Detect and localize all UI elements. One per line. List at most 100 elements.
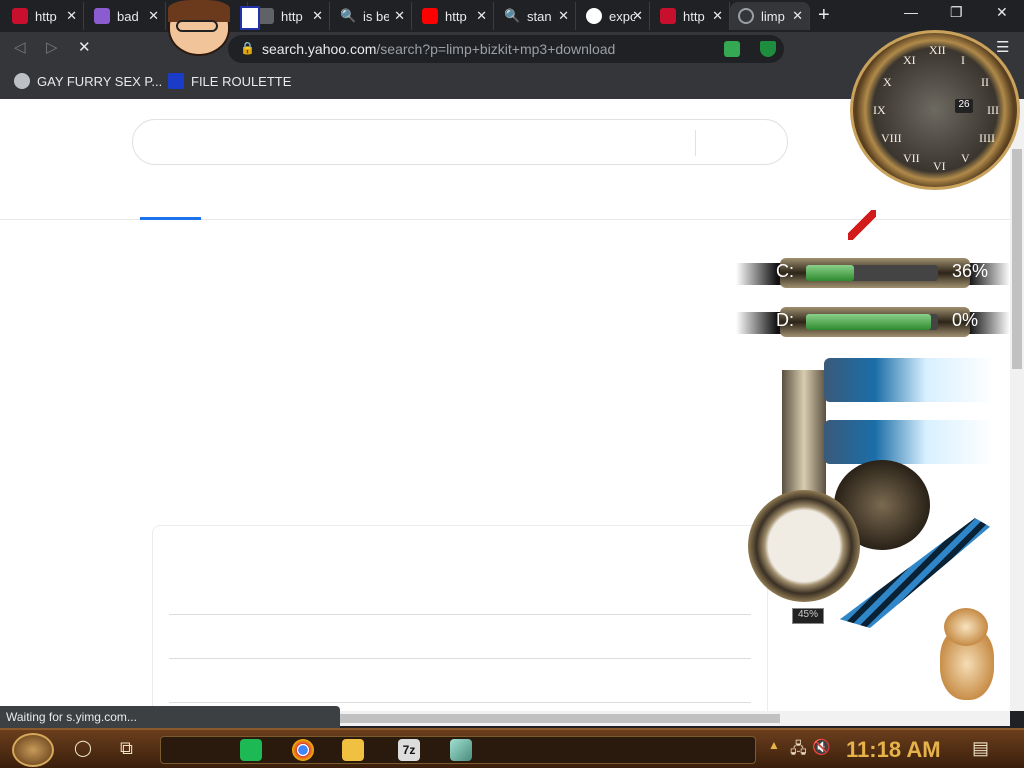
clock-numeral: XII bbox=[929, 43, 946, 57]
vertical-pipe bbox=[782, 370, 826, 500]
scroll-thumb[interactable] bbox=[1012, 149, 1022, 369]
7zip-icon[interactable]: 7z bbox=[398, 739, 420, 761]
youtube-icon bbox=[422, 8, 438, 24]
close-icon[interactable]: ✕ bbox=[632, 8, 643, 24]
hamster-head bbox=[944, 608, 988, 646]
clock-date: 26 bbox=[955, 99, 973, 113]
notification-icon[interactable]: ▤ bbox=[972, 738, 989, 759]
cortana-icon[interactable]: ◯ bbox=[74, 738, 92, 758]
tab-2[interactable]: bad ✕ bbox=[86, 2, 166, 30]
tab-label: expo bbox=[609, 8, 635, 24]
minimize-icon[interactable]: — bbox=[904, 4, 918, 20]
memory-tube-2 bbox=[824, 420, 994, 464]
clock-numeral: X bbox=[883, 75, 892, 89]
shield-icon[interactable] bbox=[760, 41, 776, 57]
task-view-icon[interactable]: ⧉ bbox=[120, 738, 133, 759]
network-icon[interactable]: 🖧 bbox=[790, 738, 807, 763]
cartoon-hand bbox=[240, 6, 260, 30]
search-icon: 🔍 bbox=[504, 8, 521, 23]
drive-meter-c: C: 36% bbox=[736, 256, 1010, 290]
bookmark-1[interactable]: GAY FURRY SEX P... bbox=[14, 73, 162, 89]
ask-icon bbox=[12, 8, 28, 24]
tray-arrow-icon[interactable]: ▲ bbox=[768, 738, 780, 752]
url-text[interactable]: search.yahoo.com/search?p=limp+bizkit+mp… bbox=[262, 41, 615, 57]
card-divider bbox=[169, 614, 751, 615]
drive-percent: 0% bbox=[952, 310, 979, 330]
forward-icon[interactable]: ▷ bbox=[46, 38, 58, 56]
tab-label: http bbox=[35, 8, 57, 24]
taskbar-clock[interactable]: 11:18 AM bbox=[846, 737, 941, 763]
chrome-icon[interactable] bbox=[292, 739, 314, 761]
close-icon[interactable]: ✕ bbox=[558, 8, 569, 24]
scroll-thumb[interactable] bbox=[340, 714, 780, 723]
clock-numeral: II bbox=[981, 75, 989, 89]
tab-9[interactable]: http ✕ bbox=[652, 2, 730, 30]
bookmark-label: GAY FURRY SEX P... bbox=[37, 73, 163, 89]
drive-percent: 36% bbox=[952, 261, 989, 281]
close-icon[interactable]: ✕ bbox=[312, 8, 323, 24]
close-icon[interactable]: ✕ bbox=[476, 8, 487, 24]
file-explorer-icon[interactable] bbox=[342, 739, 364, 761]
back-icon[interactable]: ◁ bbox=[14, 38, 26, 56]
tab-7[interactable]: 🔍 stan ✕ bbox=[496, 2, 576, 30]
close-icon[interactable]: ✕ bbox=[148, 8, 159, 24]
steampunk-clock-gadget[interactable]: XII I II III IIII V VI VII VIII IX X XI … bbox=[850, 30, 1020, 190]
bookmark-label: FILE ROULETTE bbox=[191, 73, 292, 89]
tab-label: stan bbox=[527, 8, 552, 24]
tab-10-active[interactable]: limp ✕ bbox=[730, 2, 810, 30]
tab-label: bad bbox=[117, 8, 139, 24]
close-icon[interactable]: ✕ bbox=[712, 8, 723, 24]
clock-numeral: VIII bbox=[881, 131, 902, 145]
tab-label: is be bbox=[363, 8, 389, 24]
close-icon[interactable]: ✕ bbox=[66, 8, 77, 24]
memory-tube-1 bbox=[824, 358, 994, 402]
status-bar: Waiting for s.yimg.com... bbox=[0, 706, 340, 728]
restore-icon[interactable]: ❐ bbox=[950, 4, 963, 21]
tab-label: http bbox=[683, 8, 705, 24]
tab-label: http bbox=[281, 8, 303, 24]
google-icon bbox=[586, 8, 602, 24]
clock-numeral: XI bbox=[903, 53, 916, 67]
menu-icon[interactable]: ☰ bbox=[996, 38, 1009, 56]
tab-6[interactable]: http ✕ bbox=[414, 2, 494, 30]
tab-4[interactable]: http ✕ bbox=[250, 2, 330, 30]
tab-1[interactable]: http ✕ bbox=[4, 2, 84, 30]
volume-muted-icon[interactable]: 🔇 bbox=[812, 738, 831, 756]
stop-icon[interactable]: ✕ bbox=[78, 38, 91, 56]
drive-meter-fill bbox=[806, 265, 854, 281]
ask-icon bbox=[660, 8, 676, 24]
clock-numeral: IX bbox=[873, 103, 886, 117]
search-input[interactable] bbox=[132, 119, 788, 165]
address-bar[interactable]: 🔒 search.yahoo.com/search?p=limp+bizkit+… bbox=[228, 35, 784, 63]
cpu-percent: 45% bbox=[792, 608, 824, 624]
start-button[interactable] bbox=[12, 733, 54, 767]
cartoon-hair bbox=[168, 0, 230, 22]
spotify-icon[interactable] bbox=[240, 739, 262, 761]
extension-icon[interactable] bbox=[724, 41, 740, 57]
drive-label: D: bbox=[776, 310, 794, 330]
clock-numeral: VII bbox=[903, 151, 920, 165]
tab-label: http bbox=[445, 8, 467, 24]
close-icon[interactable]: ✕ bbox=[792, 8, 803, 24]
close-icon[interactable]: ✕ bbox=[394, 8, 405, 24]
paintbrush-icon bbox=[94, 8, 110, 24]
close-window-icon[interactable]: ✕ bbox=[996, 4, 1008, 21]
bookmark-2[interactable]: FILE ROULETTE bbox=[168, 73, 291, 89]
globe-icon bbox=[14, 73, 30, 89]
cpu-gauge bbox=[748, 490, 860, 602]
search-divider bbox=[695, 130, 696, 156]
clock-numeral: V bbox=[961, 151, 970, 165]
new-tab-button[interactable]: + bbox=[818, 4, 830, 27]
vertical-scrollbar[interactable] bbox=[1010, 99, 1024, 711]
drive-label: C: bbox=[776, 261, 794, 281]
tab-strip: http ✕ bad ✕ http ✕ 🔍 is be ✕ http ✕ 🔍 s… bbox=[0, 0, 1024, 32]
tab-5[interactable]: 🔍 is be ✕ bbox=[332, 2, 412, 30]
notes-icon[interactable] bbox=[450, 739, 472, 761]
tab-8[interactable]: expo ✕ bbox=[578, 2, 650, 30]
search-icon: 🔍 bbox=[340, 8, 357, 23]
lock-icon: 🔒 bbox=[240, 41, 255, 55]
clock-numeral: IIII bbox=[979, 131, 995, 145]
cartoon-face-sticker bbox=[162, 0, 260, 58]
pen-cursor-icon bbox=[848, 210, 876, 240]
clock-numeral: I bbox=[961, 53, 965, 67]
